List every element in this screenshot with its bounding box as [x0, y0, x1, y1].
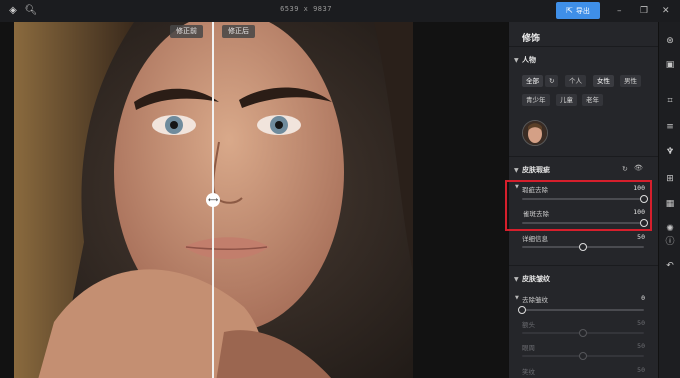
skin-blemish-heading: 皮肤瑕疵	[522, 166, 550, 174]
presets-icon[interactable]: ⊛	[663, 34, 677, 48]
slider-knob[interactable]	[518, 306, 526, 314]
slider-value-eyes: 50	[637, 342, 645, 350]
adjust-icon[interactable]: ≡	[663, 120, 677, 134]
texture-icon[interactable]: ▦	[663, 197, 677, 211]
export-label: 导出	[575, 6, 590, 15]
after-label: 修正后	[222, 25, 255, 38]
chip-all[interactable]: 全部	[522, 75, 543, 87]
chevron-down-icon: ▼	[514, 57, 519, 64]
before-label: 修正前	[170, 25, 203, 38]
divider	[509, 156, 659, 157]
undo-icon[interactable]: ↶	[663, 259, 677, 273]
retouch-icon[interactable]: ♆	[663, 145, 677, 159]
info-icon[interactable]: ⓘ	[663, 235, 677, 249]
slider-eyes	[522, 352, 644, 360]
reset-icon[interactable]: ↻	[622, 165, 628, 173]
skin-blemish-header[interactable]: ▼ 皮肤瑕疵	[514, 165, 550, 175]
image-canvas[interactable]: ⟷ 修正前 修正后	[0, 22, 508, 378]
chevron-down-icon: ▼	[514, 167, 519, 174]
divider	[509, 46, 659, 47]
slider-label-forehead: 额头	[522, 321, 535, 329]
person-section-header[interactable]: ▼ 人物	[514, 55, 536, 65]
skin-wrinkle-heading: 皮肤皱纹	[522, 275, 550, 283]
reset-icon[interactable]: ↻	[545, 75, 559, 87]
face-detect-icon[interactable]: ▣	[663, 58, 677, 72]
chip-senior[interactable]: 老年	[582, 94, 603, 106]
skin-wrinkle-header[interactable]: ▼ 皮肤皱纹	[514, 274, 550, 284]
slider-value-wrinkle[interactable]: 0	[641, 294, 645, 302]
chip-child[interactable]: 儿童	[556, 94, 577, 106]
effects-icon[interactable]: ✺	[663, 222, 677, 236]
image-dimensions: 6539 x 9837	[280, 5, 332, 13]
face-thumbnail[interactable]	[522, 120, 548, 146]
chevron-down-icon: ▼	[514, 276, 519, 283]
divider	[509, 265, 659, 266]
slider-knob[interactable]	[579, 243, 587, 251]
slider-label-wrinkle: 去除皱纹	[522, 296, 548, 304]
slider-value-detail[interactable]: 50	[637, 233, 645, 241]
slider-wrinkle[interactable]	[518, 306, 644, 314]
grid-icon[interactable]: ⊞	[663, 172, 677, 186]
chip-individual[interactable]: 个人	[565, 75, 586, 87]
close-icon[interactable]: ✕	[662, 4, 670, 18]
panel-title: 修饰	[522, 34, 541, 44]
chip-male[interactable]: 男性	[620, 75, 641, 87]
slider-detail[interactable]	[522, 243, 644, 251]
highlight-box	[505, 180, 652, 231]
tool-rail: ⊛ ▣ ⌗ ≡ ♆ ⊞ ▦ ✺ i ⓘ ↶	[658, 22, 680, 378]
slider-label-eyes: 眼周	[522, 344, 535, 352]
slider-label-smile: 笑纹	[522, 368, 535, 376]
slider-knob	[579, 352, 587, 360]
chip-female[interactable]: 女性	[593, 75, 614, 87]
export-icon: ⇱	[566, 6, 573, 15]
compare-handle[interactable]: ⟷	[206, 193, 220, 207]
minimize-icon[interactable]: –	[617, 4, 622, 18]
crop-icon[interactable]: ⌗	[663, 94, 677, 108]
slider-value-forehead: 50	[637, 319, 645, 327]
eye-icon[interactable]: 👁︎	[634, 164, 643, 172]
slider-forehead	[522, 329, 644, 337]
person-heading: 人物	[522, 56, 536, 64]
export-button[interactable]: ⇱ 导出	[556, 2, 600, 19]
face-thumbnail-image	[523, 121, 547, 145]
title-bar: ◈ 🔍︎ 6539 x 9837 ⇱ 导出 – ❐ ✕	[0, 0, 680, 22]
slider-label-detail: 详细信息	[522, 235, 548, 243]
slider-knob	[579, 329, 587, 337]
maximize-icon[interactable]: ❐	[640, 4, 648, 18]
slider-value-smile: 50	[637, 366, 645, 374]
chip-teen[interactable]: 青少年	[522, 94, 550, 106]
chevron-down-icon[interactable]: ▼	[515, 295, 519, 301]
